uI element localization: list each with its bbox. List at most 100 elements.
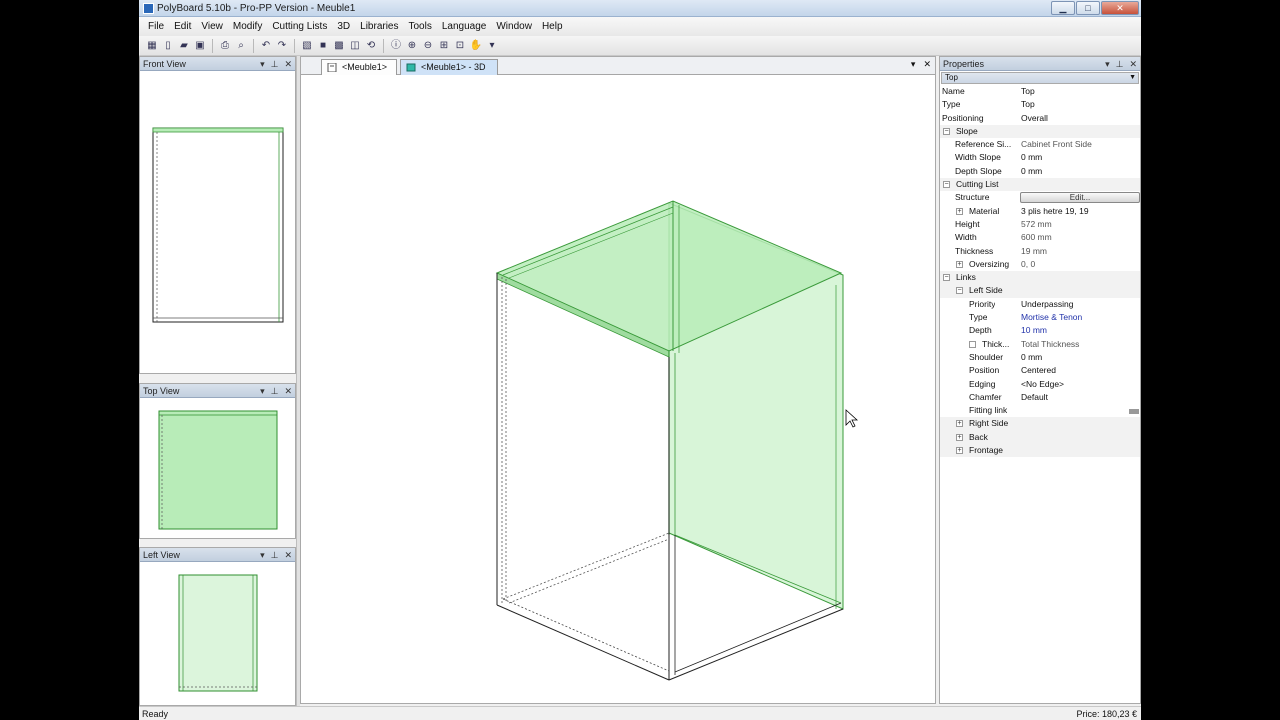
prop-row[interactable]: Height 572 mm (940, 218, 1140, 231)
prop-row[interactable]: Chamfer Default (940, 391, 1140, 404)
prop-section-slope[interactable]: − Slope (940, 124, 1140, 139)
menu-help[interactable]: Help (537, 21, 568, 32)
menu-3d[interactable]: 3D (332, 21, 355, 32)
close-icon[interactable]: ✕ (284, 384, 292, 398)
prop-value: 572 mm (1021, 218, 1052, 229)
pin-icon[interactable]: ⊥ (271, 384, 279, 398)
info-icon[interactable]: ⓘ (389, 39, 403, 53)
new-file-icon[interactable]: ▯ (161, 39, 175, 53)
left-view-drawing[interactable] (140, 562, 295, 705)
price-display: Price: 180,23 € (1076, 709, 1137, 719)
prop-row[interactable]: Thickness 19 mm (940, 245, 1140, 258)
collapse-icon[interactable]: − (943, 127, 950, 135)
menu-view[interactable]: View (196, 21, 228, 32)
close-icon[interactable]: ✕ (284, 57, 292, 71)
new-cabinet-icon[interactable]: ▦ (145, 39, 159, 53)
prop-row[interactable]: Name Top (940, 85, 1140, 98)
edit-structure-button[interactable]: Edit... (1020, 192, 1140, 204)
undo-icon[interactable]: ↶ (259, 39, 273, 53)
prop-name: Width Slope (955, 152, 1001, 163)
view-3d-icon[interactable]: ■ (316, 39, 330, 53)
zoom-window-icon[interactable]: ⊡ (453, 39, 467, 53)
maximize-icon[interactable]: □ (1076, 1, 1100, 15)
menu-language[interactable]: Language (437, 21, 492, 32)
prop-section-back[interactable]: + Back (940, 430, 1140, 445)
print-preview-icon[interactable]: ⌕ (234, 39, 248, 53)
save-icon[interactable]: ▣ (193, 39, 207, 53)
collapse-icon[interactable]: − (956, 287, 963, 295)
chevron-down-icon[interactable]: ▾ (260, 384, 265, 398)
minimize-icon[interactable]: ▁ (1051, 1, 1075, 15)
object-selector[interactable]: Top ▼ (941, 72, 1139, 84)
chevron-down-icon[interactable]: ▾ (1105, 57, 1110, 71)
prop-row[interactable]: Width Slope 0 mm (940, 151, 1140, 164)
front-view-drawing[interactable] (140, 71, 295, 373)
zoom-extents-icon[interactable]: ⊞ (437, 39, 451, 53)
fitting-link-button[interactable] (1129, 409, 1139, 415)
menu-tools[interactable]: Tools (404, 21, 437, 32)
zoom-out-icon[interactable]: ⊖ (421, 39, 435, 53)
prop-row[interactable]: Position Centered (940, 364, 1140, 377)
prop-value: 0, 0 (1021, 258, 1036, 269)
expand-icon[interactable]: + (956, 260, 963, 268)
pin-icon[interactable]: ⊥ (271, 57, 279, 71)
collapse-icon[interactable]: − (943, 181, 950, 189)
prop-section-left-side[interactable]: − Left Side (940, 284, 1140, 298)
open-folder-icon[interactable]: ▰ (177, 39, 191, 53)
prop-section-links[interactable]: − Links (940, 271, 1140, 285)
prop-row[interactable]: Positioning Overall (940, 112, 1140, 125)
close-icon[interactable]: ✕ (923, 59, 931, 70)
prop-row[interactable]: Priority Underpassing (940, 298, 1140, 311)
menu-window[interactable]: Window (491, 21, 537, 32)
prop-row[interactable]: Reference Si... Cabinet Front Side (940, 138, 1140, 151)
prop-section-right-side[interactable]: + Right Side (940, 417, 1140, 431)
rotate-icon[interactable]: ⟲ (364, 39, 378, 53)
prop-row[interactable]: Type Top (940, 98, 1140, 111)
prop-row[interactable]: Shoulder 0 mm (940, 351, 1140, 364)
prop-row[interactable]: + Material 3 plis hetre 19, 19 (940, 205, 1140, 218)
cube-icon[interactable]: ◫ (348, 39, 362, 53)
expand-icon[interactable]: + (956, 207, 963, 215)
prop-row[interactable]: Structure Edit... (940, 191, 1140, 204)
menu-file[interactable]: File (143, 21, 169, 32)
menu-modify[interactable]: Modify (228, 21, 267, 32)
pin-icon[interactable]: ⊥ (1116, 57, 1124, 71)
prop-row[interactable]: Depth 10 mm (940, 324, 1140, 337)
prop-row[interactable]: Depth Slope 0 mm (940, 165, 1140, 178)
collapse-icon[interactable]: − (943, 274, 950, 282)
menu-cutting-lists[interactable]: Cutting Lists (267, 21, 332, 32)
chevron-down-icon[interactable]: ▾ (260, 57, 265, 71)
dropdown-arrow-icon[interactable]: ▾ (485, 39, 499, 53)
prop-row[interactable]: Thick... Total Thickness (940, 338, 1140, 351)
print-icon[interactable]: ⎙ (218, 39, 232, 53)
pin-icon[interactable]: ⊥ (271, 548, 279, 562)
prop-row[interactable]: + Oversizing 0, 0 (940, 258, 1140, 271)
select-icon[interactable]: ▧ (300, 39, 314, 53)
top-view-drawing[interactable] (140, 398, 295, 538)
pan-hand-icon[interactable]: ✋ (469, 39, 483, 53)
close-icon[interactable]: ✕ (1101, 1, 1139, 15)
zoom-in-icon[interactable]: ⊕ (405, 39, 419, 53)
expand-icon[interactable]: + (956, 420, 963, 428)
close-icon[interactable]: ✕ (284, 548, 292, 562)
prop-section-cutting-list[interactable]: − Cutting List (940, 178, 1140, 192)
render-icon[interactable]: ▩ (332, 39, 346, 53)
chevron-down-icon[interactable]: ▾ (911, 59, 916, 70)
3d-viewport[interactable] (301, 75, 935, 703)
menu-libraries[interactable]: Libraries (355, 21, 403, 32)
redo-icon[interactable]: ↷ (275, 39, 289, 53)
checkbox-icon[interactable] (969, 340, 976, 348)
tab-meuble1[interactable]: <Meuble1> (321, 59, 397, 75)
close-icon[interactable]: ✕ (1129, 57, 1137, 71)
prop-row[interactable]: Fitting link (940, 404, 1140, 417)
prop-row[interactable]: Edging <No Edge> (940, 378, 1140, 391)
expand-icon[interactable]: + (956, 433, 963, 441)
chevron-down-icon[interactable]: ▾ (260, 548, 265, 562)
cabinet-3d-model[interactable] (301, 75, 935, 703)
prop-row[interactable]: Type Mortise & Tenon (940, 311, 1140, 324)
tab-meuble1-3d[interactable]: <Meuble1> - 3D (400, 59, 498, 75)
prop-section-frontage[interactable]: + Frontage (940, 444, 1140, 458)
menu-edit[interactable]: Edit (169, 21, 196, 32)
expand-icon[interactable]: + (956, 447, 963, 455)
prop-row[interactable]: Width 600 mm (940, 231, 1140, 244)
